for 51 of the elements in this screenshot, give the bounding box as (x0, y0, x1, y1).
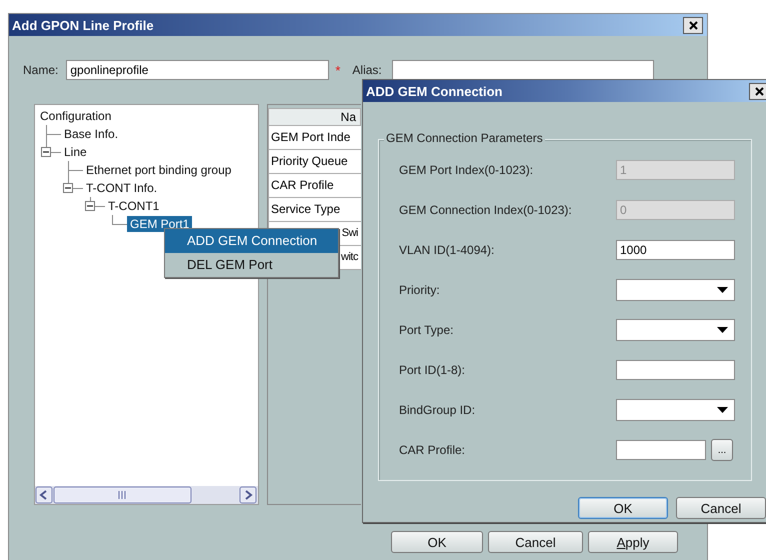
close-button[interactable] (683, 16, 703, 34)
dropdown[interactable] (616, 279, 735, 301)
window-title: Add GPON Line Profile (12, 18, 154, 32)
window-title: ADD GEM Connection (366, 84, 502, 98)
collapse-icon[interactable] (63, 183, 73, 193)
collapse-icon[interactable] (41, 147, 51, 157)
field-label: GEM Port Index(0-1023): (399, 163, 534, 177)
table-cell: GEM Port Inde (268, 126, 361, 150)
name-label: Name: (23, 63, 58, 77)
field-label: BindGroup ID: (399, 403, 476, 417)
tree-item[interactable]: T-CONT1 (105, 198, 162, 214)
dropdown[interactable] (616, 319, 735, 341)
alias-field[interactable] (392, 60, 654, 80)
tree-item[interactable]: T-CONT Info. (83, 180, 160, 196)
text-field[interactable] (616, 440, 706, 460)
caret-icon (717, 407, 728, 413)
close-icon (688, 20, 698, 30)
dialog-button[interactable]: OK (578, 497, 668, 519)
close-button[interactable] (749, 82, 766, 100)
field-label: CAR Profile: (399, 443, 466, 457)
browse-button[interactable]: ... (711, 439, 733, 461)
tree-item[interactable]: Configuration (37, 108, 114, 124)
text-field[interactable]: 1000 (616, 240, 735, 260)
dialog-button[interactable]: Cancel (488, 531, 583, 553)
close-icon (754, 86, 764, 96)
collapse-icon[interactable] (85, 201, 95, 211)
field-label: Port Type: (399, 323, 454, 337)
tree-item[interactable]: Line (61, 144, 90, 160)
table-cell: CAR Profile (268, 174, 361, 198)
menu-item[interactable]: ADD GEM Connection (165, 229, 338, 253)
caret-icon (717, 287, 728, 293)
group-title: GEM Connection Parameters (384, 131, 545, 145)
caret-icon (717, 327, 728, 333)
tree-item[interactable]: Base Info. (61, 126, 122, 142)
name-field[interactable]: gponlineprofile (66, 60, 330, 80)
field-label: Priority: (399, 283, 441, 297)
dialog-button[interactable]: Apply (588, 531, 678, 553)
field-label: VLAN ID(1-4094): (399, 243, 496, 257)
required-mark: * (335, 62, 340, 78)
dialog-button[interactable]: Cancel (676, 497, 766, 519)
horizontal-scrollbar[interactable] (35, 486, 258, 504)
field-label: Port ID(1-8): (399, 363, 466, 377)
alias-label: Alias: (352, 63, 382, 77)
field-label: GEM Connection Index(0-1023): (399, 203, 573, 217)
dropdown[interactable] (616, 399, 735, 421)
tree-item[interactable]: Ethernet port binding group (83, 162, 234, 178)
text-field[interactable] (616, 360, 735, 380)
dialog-button[interactable]: OK (391, 531, 483, 553)
table-cell: Priority Queue (268, 150, 361, 174)
table-cell: Service Type (268, 198, 361, 222)
column-header: Na (268, 108, 361, 126)
